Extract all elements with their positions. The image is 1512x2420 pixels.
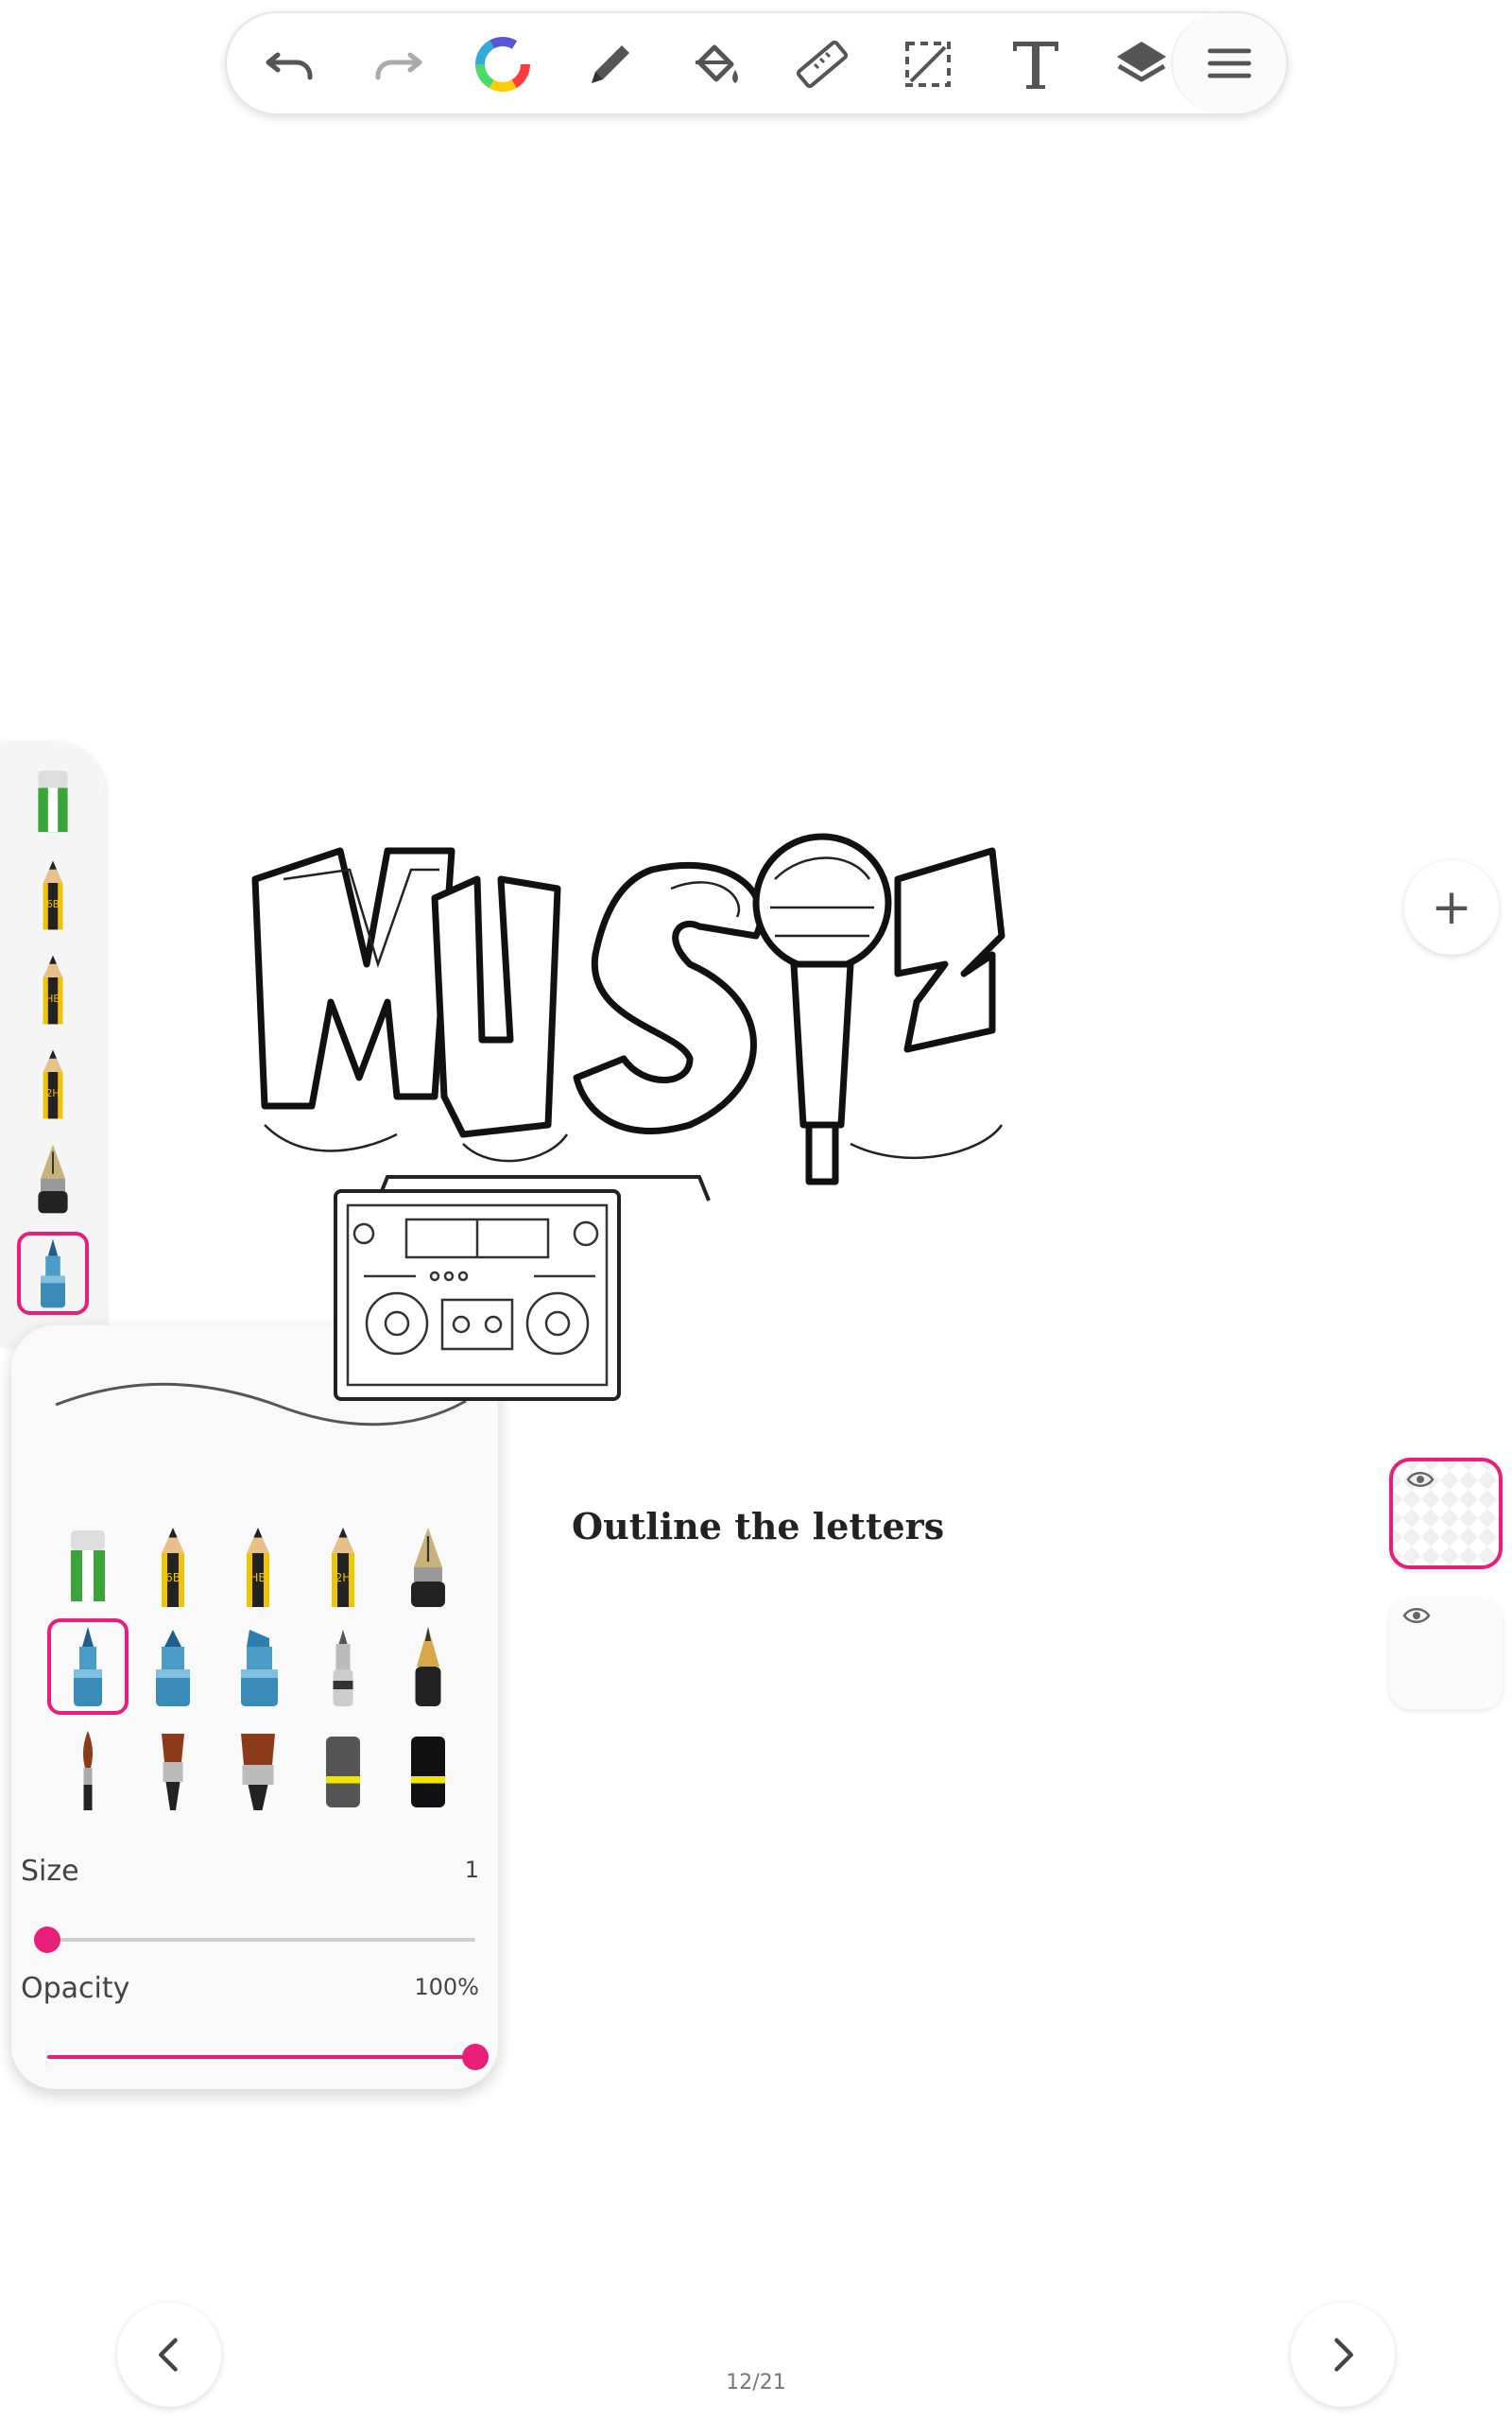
fine-brush-icon	[83, 1731, 93, 1810]
chevron-right-icon	[1334, 2338, 1353, 2372]
gold-pen-icon	[415, 1627, 441, 1706]
chevron-left-icon	[159, 2338, 178, 2372]
brush-marker-chisel[interactable]	[217, 1618, 299, 1715]
layer-thumbnail-2[interactable]	[1389, 1598, 1503, 1709]
undo-icon	[266, 52, 313, 80]
text-tool-button[interactable]	[998, 26, 1074, 102]
rail-brush-pencil-hb[interactable]: HB	[17, 948, 89, 1031]
paint-bucket-icon	[696, 44, 738, 83]
eye-icon[interactable]	[1402, 1605, 1431, 1626]
marker-chisel-icon	[241, 1630, 278, 1706]
size-slider-thumb[interactable]	[34, 1927, 60, 1953]
svg-text:2H: 2H	[335, 1571, 352, 1584]
eraser-icon	[38, 770, 68, 833]
black-block-icon	[411, 1737, 445, 1807]
brush-wide-brush[interactable]	[217, 1722, 299, 1819]
svg-text:6B: 6B	[46, 899, 60, 910]
svg-text:HB: HB	[249, 1571, 266, 1584]
brush-flat-brush[interactable]	[132, 1722, 214, 1819]
brush-marker[interactable]	[47, 1618, 129, 1715]
selection-icon	[905, 42, 951, 87]
size-label: Size	[21, 1855, 79, 1888]
opacity-label: Opacity	[21, 1972, 130, 2005]
brush-black-block[interactable]	[387, 1722, 469, 1819]
layers-icon	[1117, 42, 1166, 82]
svg-text:6B: 6B	[165, 1571, 180, 1584]
brush-airbrush[interactable]	[302, 1618, 384, 1715]
brush-pencil-2h[interactable]: 2H	[302, 1519, 384, 1616]
pencil-2h-icon: 2H	[43, 1049, 63, 1119]
brush-marker-wide[interactable]	[132, 1618, 214, 1715]
pencil-2h-icon: 2H	[332, 1528, 354, 1607]
brush-fine-brush[interactable]	[47, 1722, 129, 1819]
rail-brush-pencil-6b[interactable]: 6B	[17, 854, 89, 937]
opacity-slider-thumb[interactable]	[462, 2044, 489, 2070]
pencil-hb-icon: HB	[43, 955, 63, 1025]
pencil-icon	[592, 45, 629, 83]
layers-button[interactable]	[1104, 26, 1179, 102]
svg-text:2H: 2H	[46, 1088, 60, 1099]
add-layer-button[interactable]: +	[1404, 860, 1499, 955]
top-toolbar	[225, 11, 1288, 115]
page-indicator: 12/21	[726, 2371, 786, 2394]
redo-icon	[375, 52, 422, 80]
marker-icon	[74, 1627, 102, 1706]
pencil-hb-icon: HB	[247, 1528, 269, 1607]
fountain-pen-icon	[38, 1144, 68, 1214]
opacity-slider-fill	[47, 2055, 475, 2059]
draw-button[interactable]	[573, 26, 648, 102]
brush-pencil-6b[interactable]: 6B	[132, 1519, 214, 1616]
gray-block-icon	[326, 1737, 360, 1807]
coloring-page-artwork[interactable]	[246, 813, 1247, 1456]
color-wheel-icon	[475, 37, 530, 92]
next-page-button[interactable]	[1291, 2303, 1395, 2407]
selection-button[interactable]	[890, 26, 966, 102]
plus-icon: +	[1431, 879, 1472, 936]
brush-pencil-hb[interactable]: HB	[217, 1519, 299, 1616]
brush-fountain-pen[interactable]	[387, 1519, 469, 1616]
flat-brush-icon	[162, 1734, 184, 1810]
size-value: 1	[464, 1857, 479, 1883]
opacity-value: 100%	[414, 1974, 479, 2000]
rail-brush-eraser[interactable]	[17, 761, 89, 844]
pencil-6b-icon: 6B	[162, 1528, 184, 1607]
undo-button[interactable]	[253, 26, 329, 102]
opacity-slider[interactable]	[47, 2044, 489, 2070]
brush-gold-pen[interactable]	[387, 1618, 469, 1715]
layer-thumbnail-1[interactable]	[1389, 1458, 1503, 1569]
rail-brush-fountain-pen[interactable]	[17, 1137, 89, 1220]
eraser-icon	[71, 1530, 105, 1601]
previous-page-button[interactable]	[117, 2303, 221, 2407]
size-slider[interactable]	[34, 1927, 475, 1953]
canvas-caption: Outline the letters	[572, 1505, 945, 1547]
fountain-pen-icon	[411, 1528, 445, 1607]
brush-rail: 6B HB 2H	[0, 742, 106, 1347]
fill-button[interactable]	[679, 26, 754, 102]
eye-icon[interactable]	[1406, 1469, 1435, 1490]
text-icon	[1013, 42, 1058, 89]
airbrush-icon	[333, 1630, 353, 1706]
color-picker-button[interactable]	[465, 26, 541, 102]
redo-button[interactable]	[359, 26, 435, 102]
menu-icon	[1208, 48, 1251, 78]
pencil-6b-icon: 6B	[43, 860, 63, 930]
marker-icon	[41, 1238, 65, 1308]
brush-eraser[interactable]	[47, 1519, 129, 1616]
marker-wide-icon	[156, 1630, 190, 1706]
ruler-button[interactable]	[784, 26, 860, 102]
svg-text:HB: HB	[46, 994, 60, 1005]
wide-brush-icon	[241, 1734, 275, 1810]
ruler-icon	[796, 40, 849, 89]
menu-button[interactable]	[1171, 13, 1286, 113]
rail-brush-marker[interactable]	[17, 1232, 89, 1315]
brush-gray-block[interactable]	[302, 1722, 384, 1819]
rail-brush-pencil-2h[interactable]: 2H	[17, 1043, 89, 1126]
